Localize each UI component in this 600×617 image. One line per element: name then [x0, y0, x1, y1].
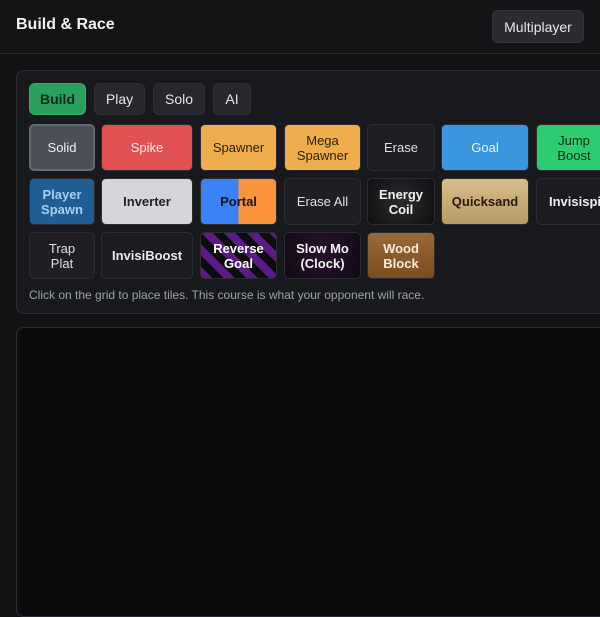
- tile-label: Spawner: [212, 140, 265, 155]
- tile-reverse-goal[interactable]: Reverse Goal: [200, 232, 277, 279]
- tile-portal[interactable]: Portal: [200, 178, 277, 225]
- tile-label: Energy Coil: [378, 186, 424, 217]
- tile-goal[interactable]: Goal: [441, 124, 529, 171]
- tile-label: InvisiBoost: [111, 248, 183, 263]
- placement-hint: Click on the grid to place tiles. This c…: [29, 288, 425, 302]
- tile-label: Trap Plat: [48, 240, 76, 271]
- tile-spike[interactable]: Spike: [101, 124, 193, 171]
- tile-label: Quicksand: [451, 194, 519, 209]
- tile-label: Slow Mo (Clock): [296, 240, 349, 271]
- tile-erase-all[interactable]: Erase All: [284, 178, 361, 225]
- tile-label: Reverse Goal: [213, 240, 264, 271]
- tile-label: Portal: [220, 194, 257, 209]
- tile-label: Spike: [130, 140, 164, 155]
- mode-build-button[interactable]: Build: [29, 83, 86, 115]
- tile-label: Wood Block: [383, 240, 419, 271]
- mode-solo-button[interactable]: Solo: [153, 83, 205, 115]
- tile-invisispike[interactable]: Invisispike: [536, 178, 600, 225]
- tile-invisiboost[interactable]: InvisiBoost: [101, 232, 193, 279]
- tile-label: Invisispike: [549, 194, 600, 209]
- top-bar: Build & Race Multiplayer: [0, 0, 600, 54]
- tile-wood-block[interactable]: Wood Block: [367, 232, 435, 279]
- tile-energy-coil[interactable]: Energy Coil: [367, 178, 435, 225]
- mode-play-button[interactable]: Play: [94, 83, 145, 115]
- tile-erase[interactable]: Erase: [367, 124, 435, 171]
- tile-label: Inverter: [123, 194, 171, 209]
- tile-slow-mo[interactable]: Slow Mo (Clock): [284, 232, 361, 279]
- tile-jump-boost[interactable]: Jump Boost: [536, 124, 600, 171]
- tile-inverter[interactable]: Inverter: [101, 178, 193, 225]
- tile-label: Mega Spawner: [296, 132, 349, 163]
- tile-label: Erase All: [296, 194, 349, 209]
- app-title: Build & Race: [16, 16, 115, 33]
- tile-trap-plat[interactable]: Trap Plat: [29, 232, 95, 279]
- tile-mega-spawner[interactable]: Mega Spawner: [284, 124, 361, 171]
- course-grid-canvas[interactable]: [16, 327, 600, 617]
- tile-label: Erase: [384, 140, 418, 155]
- tile-label: Goal: [471, 140, 499, 155]
- multiplayer-button[interactable]: Multiplayer: [492, 10, 584, 43]
- tile-label: Solid: [47, 140, 77, 155]
- tile-player-spawn[interactable]: Player Spawn: [29, 178, 95, 225]
- tile-solid[interactable]: Solid: [29, 124, 95, 171]
- tile-label: Player Spawn: [41, 186, 83, 217]
- tile-label: Jump Boost: [557, 132, 591, 163]
- mode-ai-button[interactable]: AI: [213, 83, 251, 115]
- tile-quicksand[interactable]: Quicksand: [441, 178, 529, 225]
- tile-spawner[interactable]: Spawner: [200, 124, 277, 171]
